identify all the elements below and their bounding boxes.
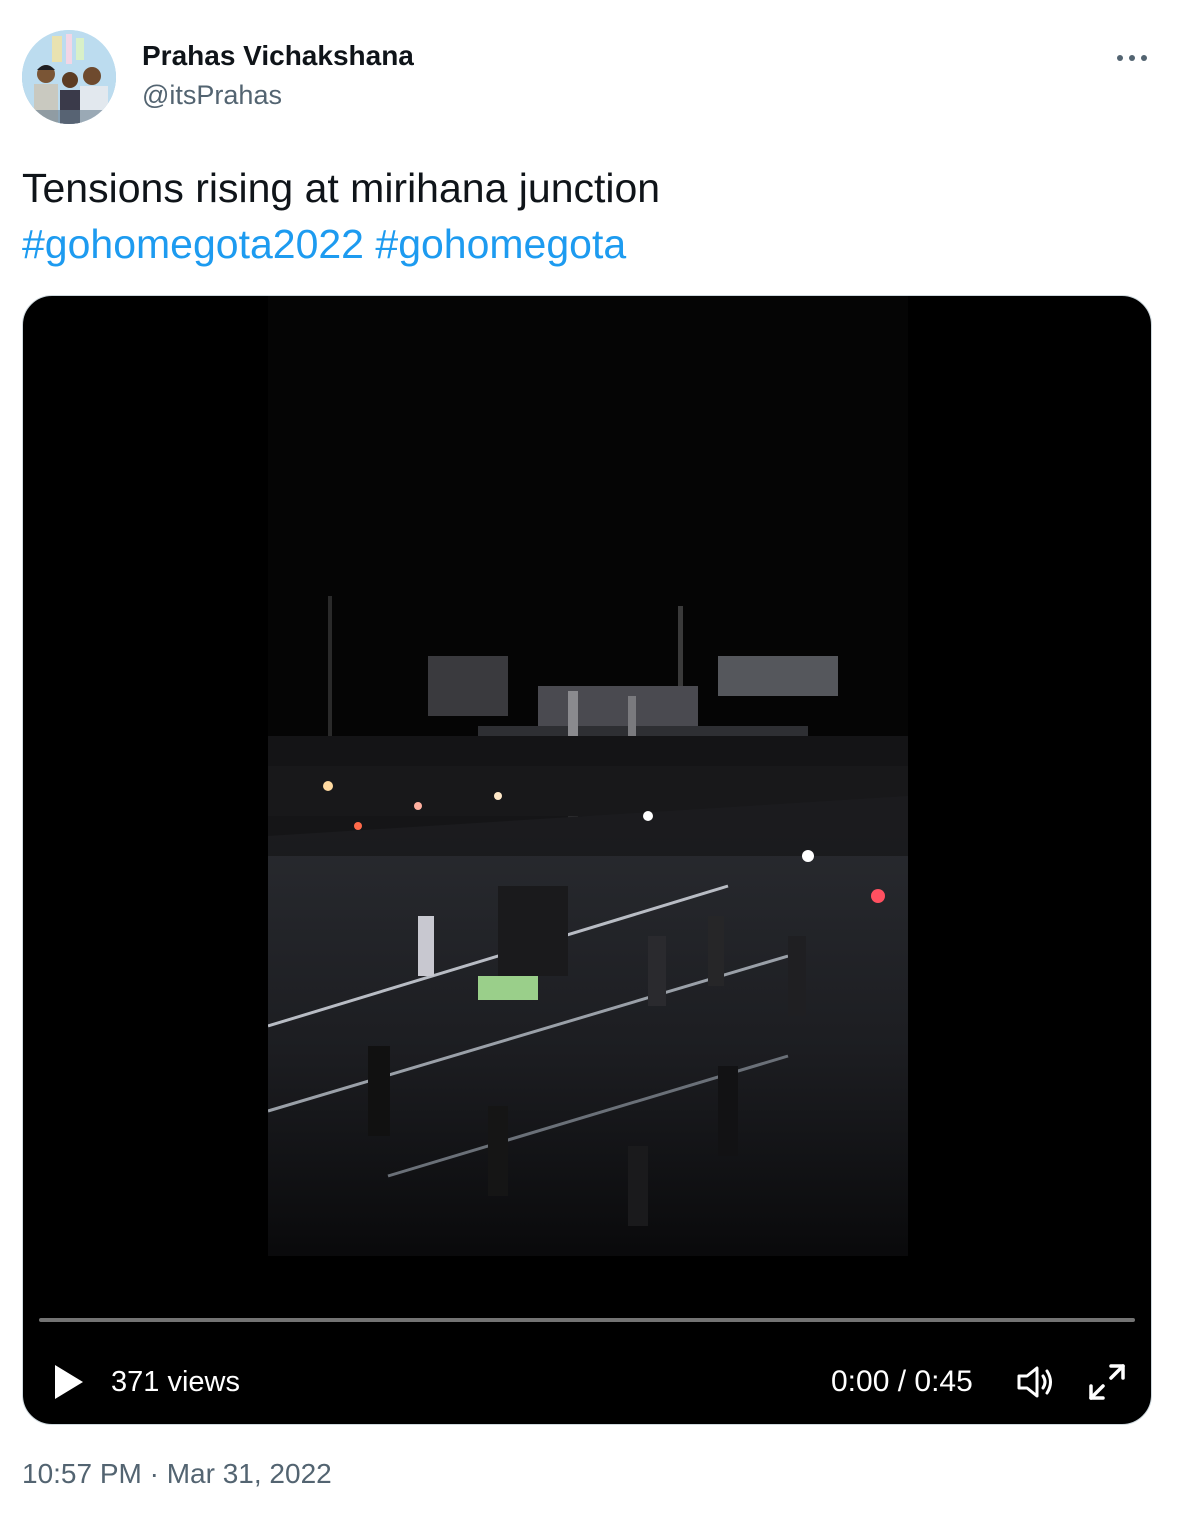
hashtag-link[interactable]: #gohomegota2022 [22, 221, 364, 267]
avatar[interactable] [22, 30, 116, 124]
video-player[interactable]: 371 views 0:00 / 0:45 [22, 295, 1152, 1425]
tweet-text: Tensions rising at mirihana junction #go… [22, 160, 1142, 272]
tweet-body: Tensions rising at mirihana junction [22, 165, 661, 211]
fullscreen-icon [1089, 1364, 1125, 1400]
tweet-hashtags: #gohomegota2022 #gohomegota [22, 216, 1142, 272]
more-button[interactable] [1104, 38, 1160, 78]
more-icon [1117, 55, 1147, 61]
video-frame [268, 296, 908, 1424]
play-icon [55, 1365, 83, 1399]
view-count: 371 views [111, 1366, 240, 1398]
play-button[interactable] [49, 1362, 89, 1402]
avatar-image [22, 30, 116, 124]
author-handle[interactable]: @itsPrahas [142, 80, 282, 111]
volume-icon [1017, 1366, 1052, 1398]
volume-button[interactable] [1013, 1360, 1057, 1404]
video-still [268, 296, 908, 1424]
fullscreen-button[interactable] [1085, 1360, 1129, 1404]
tweet-timestamp[interactable]: 10:57 PM · Mar 31, 2022 [22, 1458, 332, 1490]
progress-bar[interactable] [39, 1318, 1135, 1322]
hashtag-link[interactable]: #gohomegota [375, 221, 626, 267]
author-name[interactable]: Prahas Vichakshana [142, 40, 414, 72]
tweet-card: Prahas Vichakshana @itsPrahas Tensions r… [0, 0, 1180, 1514]
video-time: 0:00 / 0:45 [831, 1365, 973, 1398]
